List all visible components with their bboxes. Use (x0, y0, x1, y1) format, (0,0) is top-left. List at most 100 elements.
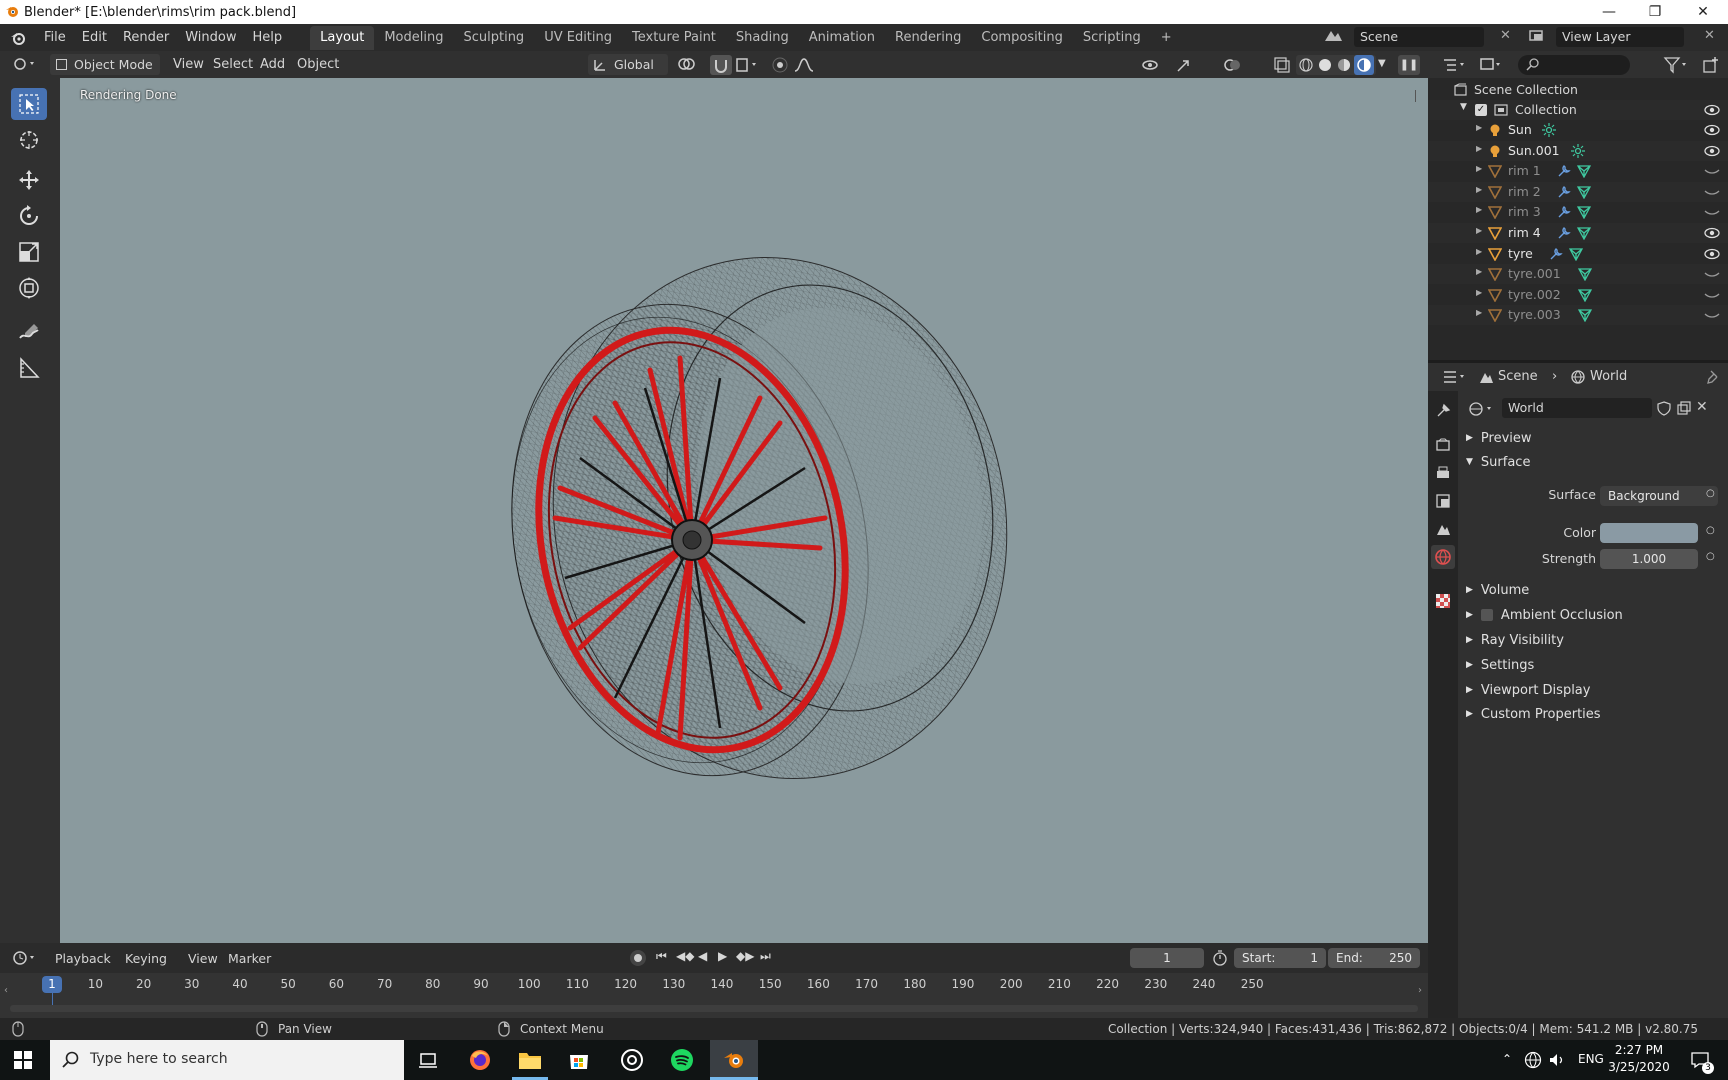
outliner-editor-icon[interactable] (1442, 56, 1470, 78)
outliner-item[interactable]: ▶ Sun.001 (1428, 140, 1728, 161)
add-workspace-icon[interactable]: + (1151, 26, 1182, 50)
ao-checkbox[interactable] (1480, 609, 1493, 621)
proportional-edit-icon[interactable] (770, 55, 790, 75)
scroll-left-icon[interactable]: ‹ (4, 985, 8, 996)
hidden-eye-icon[interactable] (1704, 186, 1720, 201)
visibility-eye-icon[interactable] (1704, 104, 1720, 119)
volume-icon[interactable] (1548, 1051, 1566, 1073)
prev-keyframe-icon[interactable]: ◀◆ (676, 949, 694, 963)
outliner-scene-collection[interactable]: Scene Collection (1428, 80, 1728, 100)
next-keyframe-icon[interactable]: ◆▶ (736, 949, 754, 963)
scroll-right-icon[interactable]: › (1418, 985, 1422, 996)
menu-help[interactable]: Help (245, 27, 291, 49)
snap-settings-icon[interactable] (734, 55, 762, 75)
expand-icon[interactable]: ▶ (1476, 164, 1482, 173)
expand-icon[interactable]: ▶ (1476, 205, 1482, 214)
menu-file[interactable]: File (36, 27, 74, 49)
blender-menu-icon[interactable] (0, 26, 36, 50)
modifier-wrench-icon[interactable] (1557, 205, 1571, 222)
taskbar-search-box[interactable]: Type here to search (50, 1040, 404, 1080)
store-icon[interactable] (568, 1049, 590, 1075)
outliner-item[interactable]: ▶ tyre.003 (1428, 305, 1728, 326)
jump-end-icon[interactable]: ⏭ (760, 949, 771, 964)
falloff-icon[interactable] (792, 55, 820, 75)
expand-icon[interactable]: ▶ (1476, 308, 1482, 317)
gizmo-icon[interactable] (1174, 55, 1202, 75)
play-icon[interactable]: ▶ (718, 949, 727, 963)
expand-icon[interactable]: ▶ (1476, 123, 1482, 132)
scene-close-icon[interactable]: ✕ (1500, 28, 1511, 43)
rotate-tool-icon[interactable] (11, 200, 47, 232)
render-tab-icon[interactable] (1435, 437, 1451, 457)
scene-selector[interactable]: Scene (1354, 27, 1484, 47)
panel-ray-visibility[interactable]: ▶ Ray Visibility (1466, 629, 1721, 651)
playhead[interactable] (52, 993, 53, 1005)
world-name-field[interactable]: World (1502, 398, 1652, 418)
visibility-eye-icon[interactable] (1704, 248, 1720, 263)
pin-icon[interactable] (1706, 369, 1720, 389)
start-frame-field[interactable]: Start: 1 (1234, 948, 1326, 968)
spotify-icon[interactable] (670, 1048, 694, 1076)
modifier-wrench-icon[interactable] (1549, 247, 1563, 264)
mesh-data-icon[interactable] (1576, 226, 1591, 243)
file-explorer-icon[interactable] (518, 1049, 542, 1075)
measure-tool-icon[interactable] (11, 352, 47, 384)
viewport-menu-view[interactable]: View (173, 57, 204, 72)
timeline-ruler[interactable]: 1 10 20 30 40 50 60 70 80 90 100 110 120 130 140 150 160… (0, 973, 1428, 1018)
texture-tab-icon[interactable] (1435, 593, 1451, 613)
record-icon[interactable] (630, 950, 646, 966)
wireframe-shading-icon[interactable] (1298, 57, 1314, 77)
properties-editor-icon[interactable] (1442, 368, 1470, 390)
modifier-wrench-icon[interactable] (1557, 185, 1571, 202)
color-swatch[interactable] (1600, 523, 1698, 543)
tab-scripting[interactable]: Scripting (1073, 26, 1151, 50)
timeline-editor-icon[interactable] (12, 949, 40, 971)
modifier-wrench-icon[interactable] (1557, 164, 1571, 181)
timeline-menu-marker[interactable]: Marker (228, 951, 271, 966)
duplicate-icon[interactable] (1676, 400, 1692, 420)
mesh-data-icon[interactable] (1576, 185, 1591, 202)
menu-edit[interactable]: Edit (74, 27, 115, 49)
tab-shading[interactable]: Shading (726, 26, 799, 50)
scale-tool-icon[interactable] (11, 236, 47, 268)
play-reverse-icon[interactable]: ◀ (698, 949, 707, 963)
rendered-shading-icon[interactable] (1354, 55, 1374, 75)
scene-icon[interactable] (1322, 27, 1352, 47)
sun-data-icon[interactable] (1571, 143, 1586, 161)
current-frame-field[interactable]: 1 (1130, 948, 1204, 968)
tab-sculpting[interactable]: Sculpting (453, 26, 534, 50)
material-shading-icon[interactable] (1336, 57, 1352, 77)
viewport-menu-select[interactable]: Select (213, 57, 253, 72)
timeline-menu-playback[interactable]: Playback (55, 951, 111, 966)
clock-date[interactable]: 3/25/2020 (1604, 1060, 1674, 1074)
fake-user-icon[interactable] (1656, 400, 1672, 420)
jump-start-icon[interactable]: ⏮ (656, 949, 667, 964)
minimize-icon[interactable]: — (1586, 0, 1632, 24)
display-mode-icon[interactable] (1478, 56, 1506, 78)
outliner-item[interactable]: ▶ rim 2 (1428, 181, 1728, 202)
tab-texture-paint[interactable]: Texture Paint (622, 26, 726, 50)
menu-window[interactable]: Window (177, 27, 244, 49)
xray-icon[interactable] (1272, 55, 1292, 75)
panel-preview[interactable]: ▶ Preview (1466, 427, 1721, 449)
surface-shader-selector[interactable]: Background (1600, 486, 1718, 506)
viewlayer-icon[interactable] (1526, 27, 1556, 47)
visibility-eye-icon[interactable] (1704, 227, 1720, 242)
outliner-item[interactable]: ▶ rim 3 (1428, 202, 1728, 222)
tab-compositing[interactable]: Compositing (971, 26, 1073, 50)
tab-animation[interactable]: Animation (799, 26, 885, 50)
end-frame-field[interactable]: End: 250 (1328, 948, 1420, 968)
panel-surface[interactable]: ▼ Surface (1466, 451, 1721, 473)
select-box-tool-icon[interactable] (11, 88, 47, 120)
hidden-eye-icon[interactable] (1704, 165, 1720, 180)
filter-icon[interactable] (1663, 56, 1691, 78)
language-indicator[interactable]: ENG (1578, 1052, 1604, 1066)
restore-icon[interactable]: ❐ (1632, 0, 1678, 24)
tab-uv-editing[interactable]: UV Editing (534, 26, 622, 50)
menu-render[interactable]: Render (115, 27, 177, 49)
hidden-eye-icon[interactable] (1704, 289, 1720, 304)
strength-field[interactable]: 1.000 (1600, 549, 1698, 569)
mesh-data-icon[interactable] (1569, 247, 1584, 264)
firefox-icon[interactable] (468, 1048, 492, 1076)
strength-socket-icon[interactable]: ○ (1706, 551, 1715, 562)
